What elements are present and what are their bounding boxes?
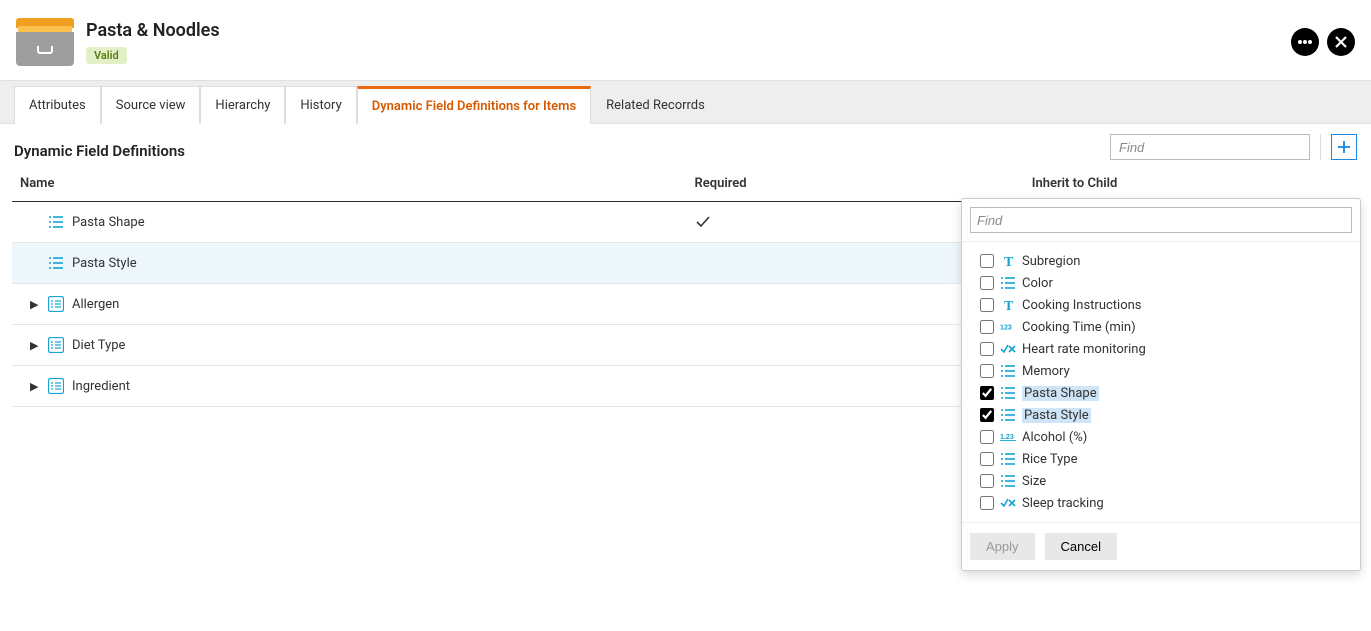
- header-actions: [1291, 28, 1355, 56]
- col-required: Required: [687, 166, 1024, 202]
- toolbar: [0, 134, 1371, 160]
- tab-attributes[interactable]: Attributes: [14, 86, 101, 124]
- dropdown-item[interactable]: Heart rate monitoring: [962, 338, 1360, 360]
- list-icon: [1000, 275, 1016, 291]
- category-icon: [16, 18, 74, 66]
- dropdown-item[interactable]: T Subregion: [962, 250, 1360, 272]
- tab-hierarchy[interactable]: Hierarchy: [200, 86, 285, 124]
- toolbar-divider: [1320, 134, 1321, 160]
- dropdown-item[interactable]: Pasta Shape: [962, 382, 1360, 404]
- bool-icon: [1000, 341, 1016, 357]
- dropdown-checkbox[interactable]: [980, 342, 994, 356]
- add-field-dropdown: T Subregion Color T Cooking Instructions 123 C…: [961, 198, 1361, 571]
- bool-icon: [1000, 495, 1016, 511]
- int-icon: 123: [1000, 319, 1016, 335]
- dropdown-checkbox[interactable]: [980, 320, 994, 334]
- dropdown-item-label: Color: [1022, 276, 1053, 291]
- dropdown-checkbox[interactable]: [980, 430, 994, 444]
- expander-icon[interactable]: ▶: [30, 339, 40, 352]
- dropdown-checkbox[interactable]: [980, 386, 994, 400]
- expander-icon[interactable]: ▶: [30, 380, 40, 393]
- row-name: Allergen: [72, 297, 119, 312]
- row-name: Pasta Shape: [72, 215, 145, 230]
- dropdown-checkbox[interactable]: [980, 408, 994, 422]
- dropdown-item[interactable]: T Cooking Instructions: [962, 294, 1360, 316]
- dropdown-item[interactable]: Size: [962, 470, 1360, 492]
- list-icon: [1000, 407, 1016, 423]
- find-input[interactable]: [1110, 134, 1310, 160]
- close-button[interactable]: [1327, 28, 1355, 56]
- dropdown-item[interactable]: 123 Cooking Time (min): [962, 316, 1360, 338]
- svg-text:123: 123: [1000, 324, 1012, 332]
- dropdown-item-label: Heart rate monitoring: [1022, 342, 1146, 357]
- dropdown-item-label: Alcohol (%): [1022, 430, 1087, 445]
- dropdown-item[interactable]: Memory: [962, 360, 1360, 382]
- dropdown-find-input[interactable]: [970, 207, 1352, 233]
- add-button[interactable]: [1331, 134, 1357, 160]
- row-name: Diet Type: [72, 338, 125, 353]
- tab-source-view[interactable]: Source view: [101, 86, 201, 124]
- row-name: Ingredient: [72, 379, 130, 394]
- dropdown-item-label: Subregion: [1022, 254, 1080, 269]
- tab-related-recorrds[interactable]: Related Recorrds: [591, 86, 720, 124]
- dropdown-checkbox[interactable]: [980, 452, 994, 466]
- page-title: Pasta & Noodles: [86, 20, 220, 41]
- dropdown-item-label: Sleep tracking: [1022, 496, 1104, 511]
- multi-icon: [48, 296, 64, 312]
- col-inherit: Inherit to Child: [1024, 166, 1361, 202]
- more-button[interactable]: [1291, 28, 1319, 56]
- decimal-icon: 1.23: [1000, 429, 1016, 445]
- dropdown-item-label: Pasta Style: [1022, 408, 1091, 423]
- svg-text:T: T: [1004, 255, 1014, 268]
- multi-icon: [48, 337, 64, 353]
- dropdown-items[interactable]: T Subregion Color T Cooking Instructions 123 C…: [962, 242, 1360, 522]
- status-badge: Valid: [86, 47, 127, 64]
- dropdown-item-label: Size: [1022, 474, 1046, 489]
- dropdown-checkbox[interactable]: [980, 474, 994, 488]
- dropdown-item-label: Pasta Shape: [1022, 386, 1099, 401]
- tabbar: AttributesSource viewHierarchyHistoryDyn…: [0, 80, 1371, 124]
- dropdown-checkbox[interactable]: [980, 298, 994, 312]
- dropdown-checkbox[interactable]: [980, 496, 994, 510]
- svg-text:T: T: [1004, 299, 1014, 312]
- tab-history[interactable]: History: [285, 86, 356, 124]
- expander-icon[interactable]: ▶: [30, 298, 40, 311]
- dropdown-checkbox[interactable]: [980, 254, 994, 268]
- dropdown-item-label: Memory: [1022, 364, 1070, 379]
- tab-dynamic-field-definitions-for-items[interactable]: Dynamic Field Definitions for Items: [357, 86, 591, 124]
- dropdown-item-label: Cooking Instructions: [1022, 298, 1142, 313]
- list-icon: [1000, 363, 1016, 379]
- dropdown-item-label: Rice Type: [1022, 452, 1078, 467]
- list-icon: [1000, 451, 1016, 467]
- dropdown-item[interactable]: Rice Type: [962, 448, 1360, 470]
- text-icon: T: [1000, 253, 1016, 269]
- svg-text:1.23: 1.23: [1000, 433, 1014, 441]
- dropdown-item-label: Cooking Time (min): [1022, 320, 1136, 335]
- header-text: Pasta & Noodles Valid: [86, 18, 220, 64]
- apply-button[interactable]: Apply: [970, 533, 1035, 560]
- header: Pasta & Noodles Valid: [0, 0, 1371, 80]
- list-icon: [1000, 473, 1016, 489]
- plus-icon: [1337, 140, 1351, 154]
- list-icon: [48, 214, 64, 230]
- multi-icon: [48, 378, 64, 394]
- dropdown-checkbox[interactable]: [980, 276, 994, 290]
- cancel-button[interactable]: Cancel: [1045, 533, 1117, 560]
- text-icon: T: [1000, 297, 1016, 313]
- list-icon: [48, 255, 64, 271]
- dropdown-item[interactable]: Sleep tracking: [962, 492, 1360, 514]
- col-name: Name: [12, 166, 687, 202]
- dropdown-checkbox[interactable]: [980, 364, 994, 378]
- row-name: Pasta Style: [72, 256, 137, 271]
- dropdown-item[interactable]: Color: [962, 272, 1360, 294]
- list-icon: [1000, 385, 1016, 401]
- dropdown-item[interactable]: 1.23 Alcohol (%): [962, 426, 1360, 448]
- dropdown-item[interactable]: Pasta Style: [962, 404, 1360, 426]
